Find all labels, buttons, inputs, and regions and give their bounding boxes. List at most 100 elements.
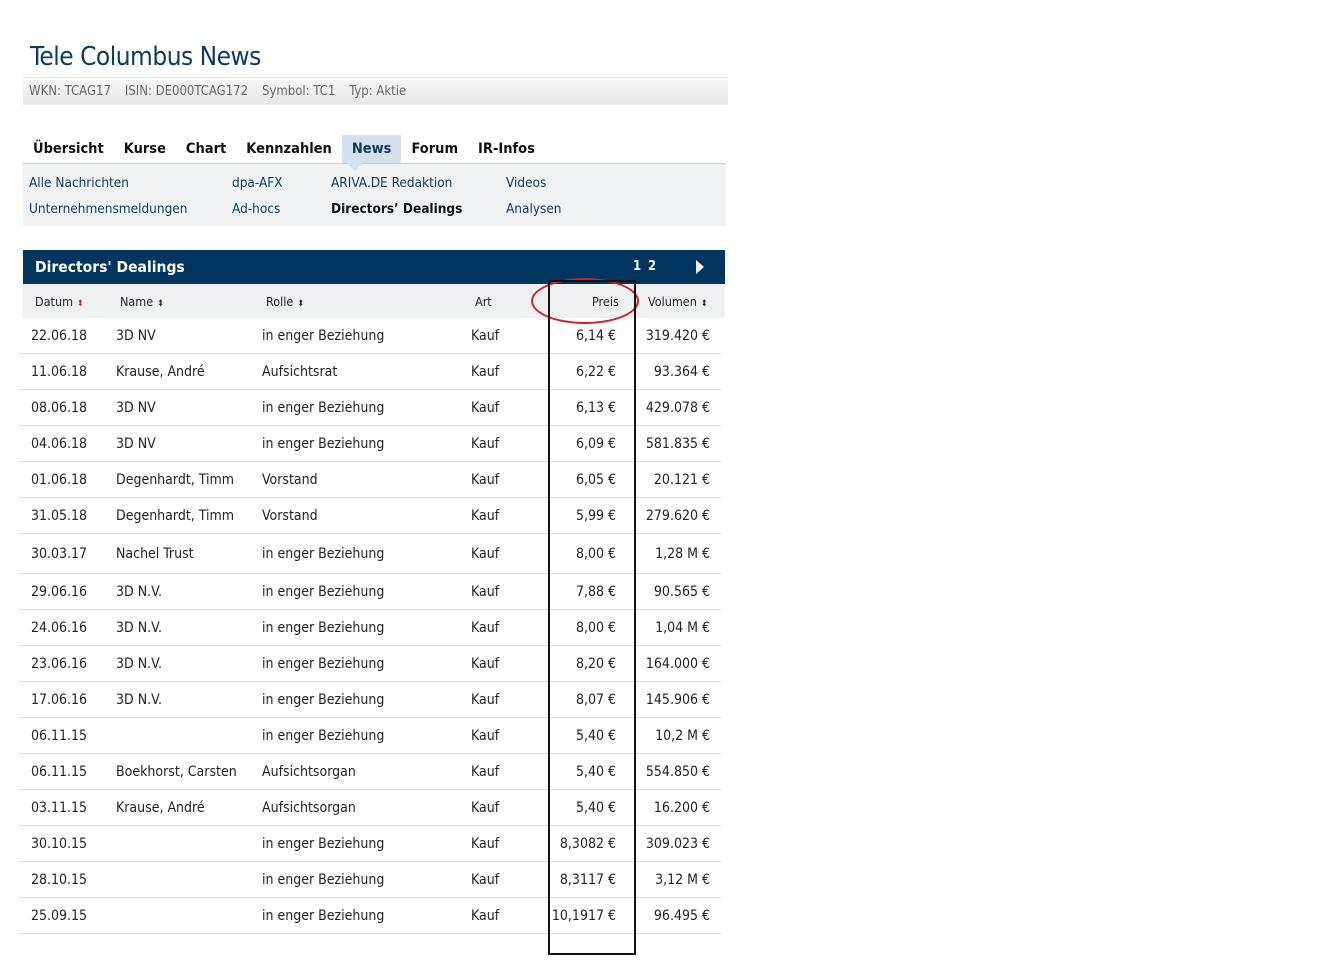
- cell-art: Kauf: [471, 907, 500, 924]
- cell-art: Kauf: [471, 545, 500, 562]
- cell-date: 22.06.18: [31, 327, 88, 344]
- col-art: Art: [475, 294, 492, 309]
- next-page-icon[interactable]: [696, 260, 704, 274]
- cell-rolle: Aufsichtsorgan: [262, 763, 356, 780]
- col-rolle[interactable]: Rolle ⬍: [266, 294, 304, 309]
- cell-rolle: in enger Beziehung: [262, 691, 385, 708]
- cell-volumen: 581.835 €: [645, 435, 710, 452]
- cell-art: Kauf: [471, 871, 500, 888]
- subnav-unternehmensmeldungen[interactable]: Unternehmensmeldungen: [29, 201, 187, 217]
- col-datum[interactable]: Datum ⬍: [35, 294, 84, 309]
- cell-name: 3D NV: [116, 327, 156, 344]
- subnav-directors-dealings[interactable]: Directors’ Dealings: [331, 201, 462, 217]
- tab-uebersicht[interactable]: Übersicht: [23, 135, 114, 163]
- col-label: Volumen: [648, 294, 697, 309]
- cell-art: Kauf: [471, 327, 500, 344]
- sort-icon: ⬍: [157, 299, 164, 309]
- cell-rolle: in enger Beziehung: [262, 835, 385, 852]
- cell-volumen: 1,04 M €: [655, 619, 710, 636]
- col-label: Datum: [35, 294, 74, 309]
- tab-chart[interactable]: Chart: [176, 135, 236, 163]
- col-volumen[interactable]: Volumen ⬍: [648, 294, 708, 309]
- cell-volumen: 309.023 €: [645, 835, 710, 852]
- cell-art: Kauf: [471, 507, 500, 524]
- security-meta: WKN: TCAG17 ISIN: DE000TCAG172 Symbol: TC1…: [23, 80, 728, 105]
- cell-name: 3D N.V.: [116, 619, 162, 636]
- section-header: Directors' Dealings 1 2: [23, 250, 725, 284]
- tab-forum[interactable]: Forum: [401, 135, 468, 163]
- tab-news[interactable]: News: [341, 135, 402, 163]
- cell-date: 03.11.15: [31, 799, 88, 816]
- cell-rolle: in enger Beziehung: [262, 727, 385, 744]
- annotation-black-box: [548, 280, 636, 955]
- cell-rolle: in enger Beziehung: [262, 907, 385, 924]
- subnav-alle-nachrichten[interactable]: Alle Nachrichten: [29, 175, 129, 191]
- cell-name: 3D N.V.: [116, 691, 162, 708]
- cell-date: 06.11.15: [31, 763, 88, 780]
- cell-rolle: in enger Beziehung: [262, 871, 385, 888]
- cell-name: 3D N.V.: [116, 583, 162, 600]
- subnav-ariva-redaktion[interactable]: ARIVA.DE Redaktion: [331, 175, 452, 191]
- cell-rolle: Vorstand: [262, 507, 318, 524]
- cell-name: Boekhorst, Carsten: [116, 763, 237, 780]
- col-name[interactable]: Name ⬍: [120, 294, 164, 309]
- cell-art: Kauf: [471, 583, 500, 600]
- cell-volumen: 429.078 €: [645, 399, 710, 416]
- cell-rolle: Aufsichtsorgan: [262, 799, 356, 816]
- cell-rolle: in enger Beziehung: [262, 655, 385, 672]
- subnav-ad-hocs[interactable]: Ad-hocs: [232, 201, 280, 217]
- cell-date: 17.06.16: [31, 691, 88, 708]
- tab-kurse[interactable]: Kurse: [114, 135, 176, 163]
- cell-rolle: in enger Beziehung: [262, 399, 385, 416]
- cell-art: Kauf: [471, 399, 500, 416]
- col-label: Rolle: [266, 294, 294, 309]
- cell-date: 30.10.15: [31, 835, 88, 852]
- sort-icon: ⬍: [700, 299, 708, 309]
- cell-date: 08.06.18: [31, 399, 88, 416]
- cell-name: Nachel Trust: [116, 545, 194, 562]
- cell-date: 06.11.15: [31, 727, 88, 744]
- cell-volumen: 93.364 €: [653, 363, 710, 380]
- cell-art: Kauf: [471, 471, 500, 488]
- sort-icon: ⬍: [297, 299, 305, 309]
- subnav-dpa-afx[interactable]: dpa-AFX: [232, 175, 283, 191]
- cell-volumen: 90.565 €: [653, 583, 710, 600]
- cell-date: 30.03.17: [31, 545, 88, 562]
- page-2-link[interactable]: 2: [648, 259, 656, 274]
- cell-volumen: 164.000 €: [645, 655, 710, 672]
- cell-rolle: in enger Beziehung: [262, 619, 385, 636]
- cell-art: Kauf: [471, 363, 500, 380]
- cell-volumen: 16.200 €: [653, 799, 710, 816]
- cell-art: Kauf: [471, 435, 500, 452]
- news-subnav: Alle Nachrichten dpa-AFX ARIVA.DE Redakt…: [23, 164, 726, 226]
- isin: ISIN: DE000TCAG172: [124, 84, 249, 99]
- tab-kennzahlen[interactable]: Kennzahlen: [236, 135, 342, 163]
- cell-date: 25.09.15: [31, 907, 88, 924]
- cell-date: 11.06.18: [31, 363, 88, 380]
- active-tab-caret: [347, 163, 363, 171]
- cell-art: Kauf: [471, 799, 500, 816]
- section-title: Directors' Dealings: [35, 258, 185, 276]
- cell-rolle: Aufsichtsrat: [262, 363, 338, 380]
- cell-volumen: 319.420 €: [645, 327, 710, 344]
- cell-art: Kauf: [471, 655, 500, 672]
- cell-name: 3D NV: [116, 435, 156, 452]
- main-tabs: Übersicht Kurse Chart Kennzahlen News Fo…: [23, 135, 545, 163]
- subnav-videos[interactable]: Videos: [506, 175, 546, 191]
- cell-volumen: 1,28 M €: [655, 545, 710, 562]
- cell-name: 3D N.V.: [116, 655, 162, 672]
- cell-art: Kauf: [471, 835, 500, 852]
- cell-volumen: 554.850 €: [645, 763, 710, 780]
- cell-volumen: 3,12 M €: [655, 871, 710, 888]
- col-label: Name: [120, 294, 154, 309]
- cell-rolle: in enger Beziehung: [262, 583, 385, 600]
- subnav-analysen[interactable]: Analysen: [506, 201, 562, 217]
- cell-volumen: 145.906 €: [645, 691, 710, 708]
- cell-volumen: 10,2 M €: [655, 727, 710, 744]
- page-1-link[interactable]: 1: [633, 259, 641, 274]
- tab-ir-infos[interactable]: IR-Infos: [468, 135, 545, 163]
- cell-name: Krause, André: [116, 799, 205, 816]
- cell-art: Kauf: [471, 691, 500, 708]
- cell-rolle: in enger Beziehung: [262, 545, 385, 562]
- cell-volumen: 96.495 €: [653, 907, 710, 924]
